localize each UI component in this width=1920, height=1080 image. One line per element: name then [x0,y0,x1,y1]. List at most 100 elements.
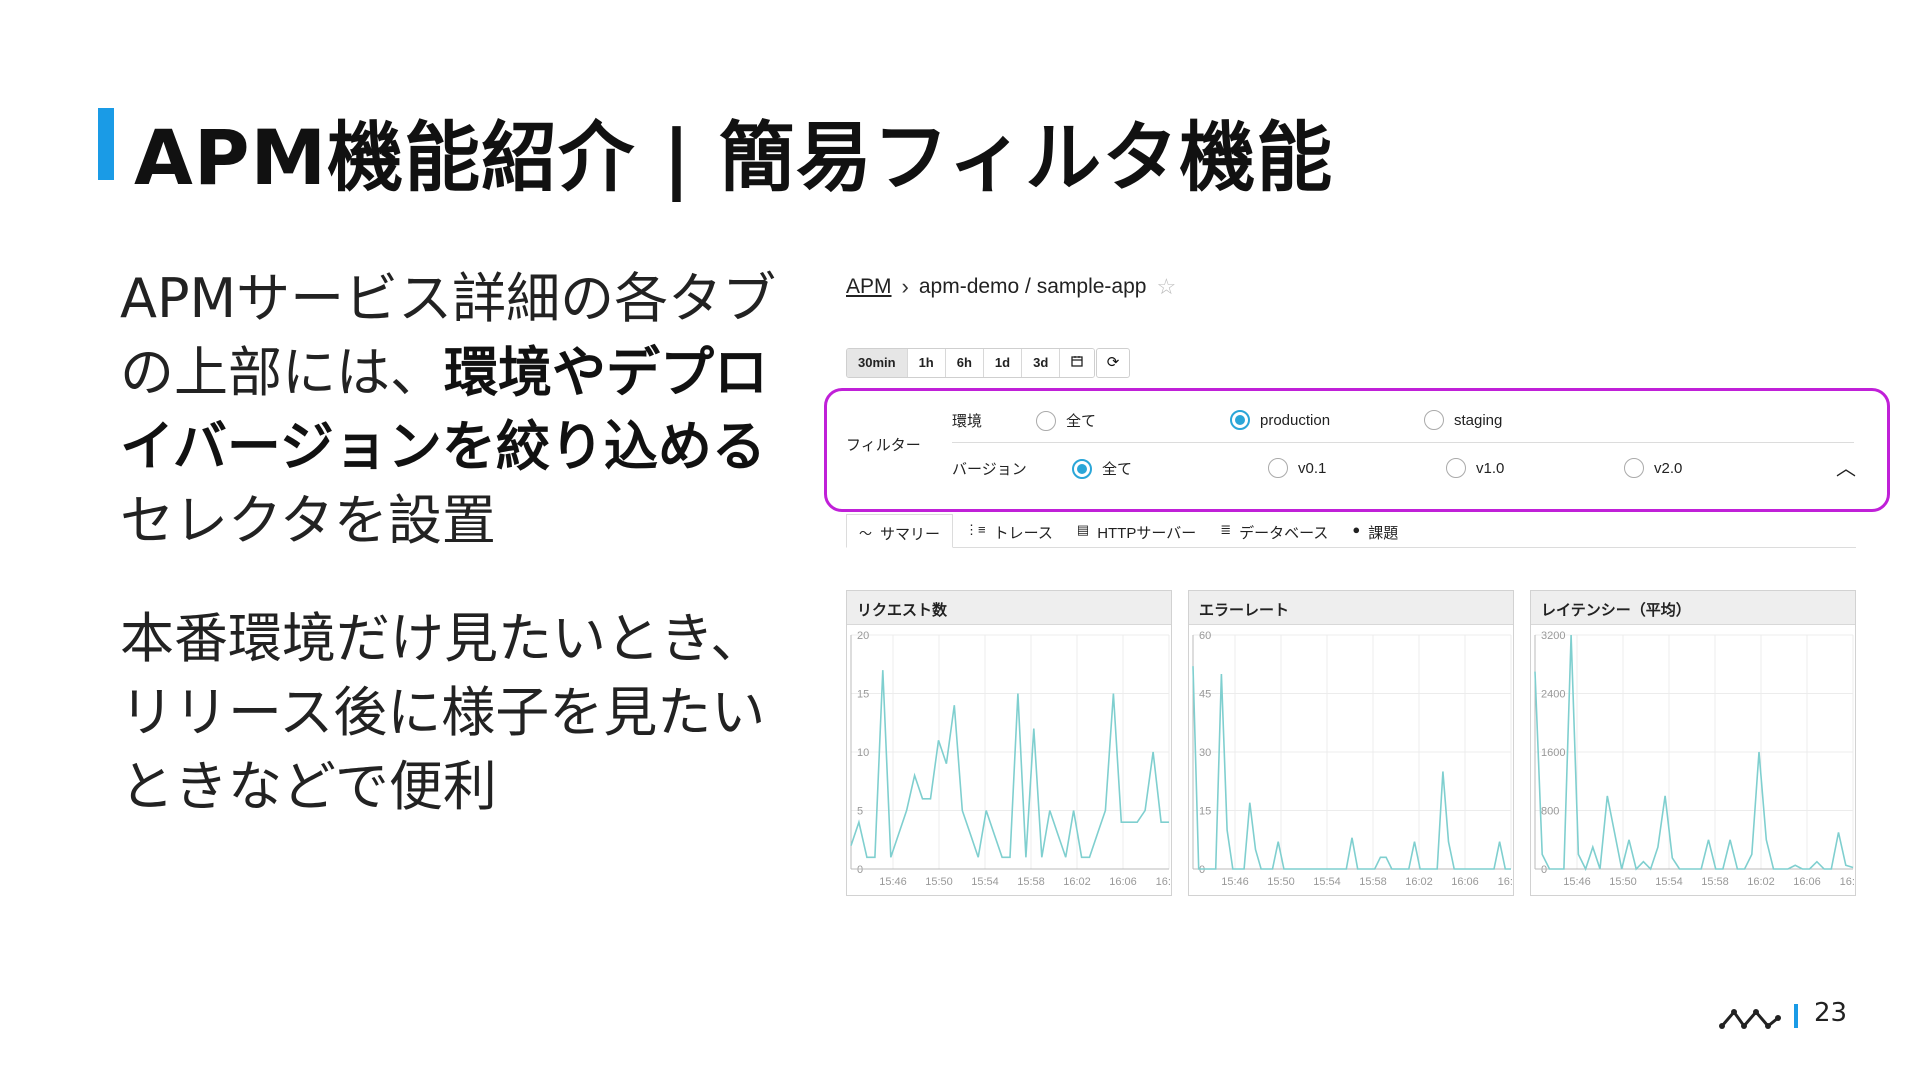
server-icon: ▤ [1076,522,1090,537]
tab-database[interactable]: ≣ データベース [1208,514,1340,547]
version-label: バージョン [952,461,1027,478]
y-tick-label: 800 [1541,806,1559,818]
y-tick-label: 60 [1199,630,1211,642]
x-tick-label: 16:11 [1840,876,1855,888]
chart-title: リクエスト数 [847,591,1171,625]
description-paragraph: APMサービス詳細の各タブの上部には、環境やデプロイバージョンを絞り込めるセレク… [120,262,780,558]
time-button-1h[interactable]: 1h [907,349,946,377]
radio-label: production [1260,411,1331,429]
radio-button-icon [1624,458,1644,478]
description-text-end: セレクタを設置 [120,489,496,552]
time-button-30min[interactable]: 30min [847,349,908,377]
version-radio-v20[interactable]: v2.0 [1624,458,1682,478]
radio-selected-icon [1072,458,1092,479]
tab-label: 課題 [1368,525,1399,542]
x-tick-label: 16:02 [1405,876,1433,888]
y-tick-label: 10 [857,747,869,759]
x-tick-label: 15:46 [879,876,907,888]
x-tick-label: 15:50 [1609,876,1637,888]
error-rate-chart: 15:46 15:50 15:54 15:58 16:02 16:06 16:11 0 15 30… [1192,630,1513,888]
y-tick-label: 20 [857,630,869,642]
filter-divider [952,442,1854,443]
requests-chart: 15:46 15:50 15:54 15:58 16:02 16:06 16:11 0 5 10 1… [850,630,1171,888]
radio-label: v1.0 [1476,459,1505,477]
page-separator [1794,1004,1798,1028]
sparkline-icon: 〜 [859,526,873,541]
x-tick-label: 16:02 [1063,876,1091,888]
x-tick-label: 15:58 [1359,876,1387,888]
version-radio-v01[interactable]: v0.1 [1268,458,1326,478]
tab-http-server[interactable]: ▤ HTTPサーバー [1065,514,1208,547]
y-tick-label: 15 [857,689,869,701]
filter-label: フィルター [846,437,921,454]
y-tick-label: 1600 [1541,747,1565,759]
x-tick-label: 16:11 [1156,876,1171,888]
time-button-6h[interactable]: 6h [945,349,984,377]
radio-label: v0.1 [1298,459,1327,477]
apm-screenshot: APM › apm-demo / sample-app ☆ 30min 1h 6… [824,260,1890,920]
slide-title: APM機能紹介 | 簡易フィルタ機能 [134,113,1334,202]
x-tick-label: 15:58 [1701,876,1729,888]
y-tick-label: 15 [1199,806,1211,818]
env-radio-staging[interactable]: staging [1424,410,1502,430]
y-tick-label: 45 [1199,689,1211,701]
time-range-selector: 30min 1h 6h 1d 3d [846,348,1096,378]
version-radio-v10[interactable]: v1.0 [1446,458,1504,478]
chart-panel-latency: レイテンシー（平均） 15:46 15:50 15:54 15:58 16:02 16:0… [1530,590,1856,896]
x-tick-label: 16:02 [1747,876,1775,888]
version-radio-all[interactable]: 全て [1072,458,1132,479]
radio-button-icon [1036,410,1056,431]
x-tick-label: 15:54 [971,876,999,888]
x-tick-label: 15:50 [925,876,953,888]
series-line [1192,666,1511,870]
tab-summary[interactable]: 〜サマリー [846,514,954,548]
y-tick-label: 30 [1199,747,1211,759]
chevron-right-icon: › [901,274,909,299]
radio-selected-icon [1230,410,1250,430]
calendar-icon[interactable] [1060,349,1095,377]
x-tick-label: 15:46 [1221,876,1249,888]
x-tick-label: 16:06 [1451,876,1479,888]
refresh-icon[interactable]: ⟳ [1096,348,1130,378]
y-tick-label: 2400 [1541,689,1565,701]
tab-label: データベース [1239,525,1329,542]
database-icon: ≣ [1220,522,1232,537]
env-label: 環境 [952,413,983,430]
tab-label: サマリー [880,526,941,543]
star-icon[interactable]: ☆ [1156,274,1176,300]
y-tick-label: 5 [857,806,863,818]
x-tick-label: 15:54 [1313,876,1341,888]
chevron-up-icon[interactable]: ︿ [1836,452,1856,481]
x-tick-label: 15:54 [1655,876,1683,888]
time-button-3d[interactable]: 3d [1022,349,1061,377]
chart-panel-requests: リクエスト数 15:46 15:50 15:54 15:58 16:02 16:06 16:… [846,590,1172,896]
service-tabs: 〜サマリー ⋮≡ トレース ▤ HTTPサーバー ≣ データベース ● 課題 [846,514,1856,548]
radio-label: 全て [1066,413,1097,430]
radio-button-icon [1268,458,1288,478]
x-tick-label: 16:06 [1109,876,1137,888]
radio-label: v2.0 [1654,459,1683,477]
breadcrumb-service-path: apm-demo / sample-app [918,275,1147,298]
x-tick-label: 15:46 [1563,876,1591,888]
page-number: 23 [1814,998,1848,1028]
time-button-1d[interactable]: 1d [983,349,1023,377]
y-tick-label: 0 [1541,864,1547,876]
filter-highlight-box [824,388,1890,512]
tab-trace[interactable]: ⋮≡ トレース [953,514,1065,547]
breadcrumb-apm-link[interactable]: APM [846,275,892,299]
title-accent-bar [98,108,114,180]
radio-label: staging [1454,411,1503,429]
x-tick-label: 16:06 [1793,876,1821,888]
x-tick-label: 16:11 [1498,876,1513,888]
y-tick-label: 3200 [1541,630,1565,642]
y-tick-label: 0 [1199,864,1205,876]
radio-button-icon [1424,410,1444,430]
env-radio-production[interactable]: production [1230,410,1330,430]
tab-label: トレース [993,525,1053,542]
company-logo [1719,1009,1781,1029]
tab-issues[interactable]: ● 課題 [1340,514,1410,547]
env-radio-all[interactable]: 全て [1036,410,1096,431]
y-tick-label: 0 [857,864,863,876]
chart-title: レイテンシー（平均） [1531,591,1855,625]
tab-label: HTTPサーバー [1097,525,1197,542]
